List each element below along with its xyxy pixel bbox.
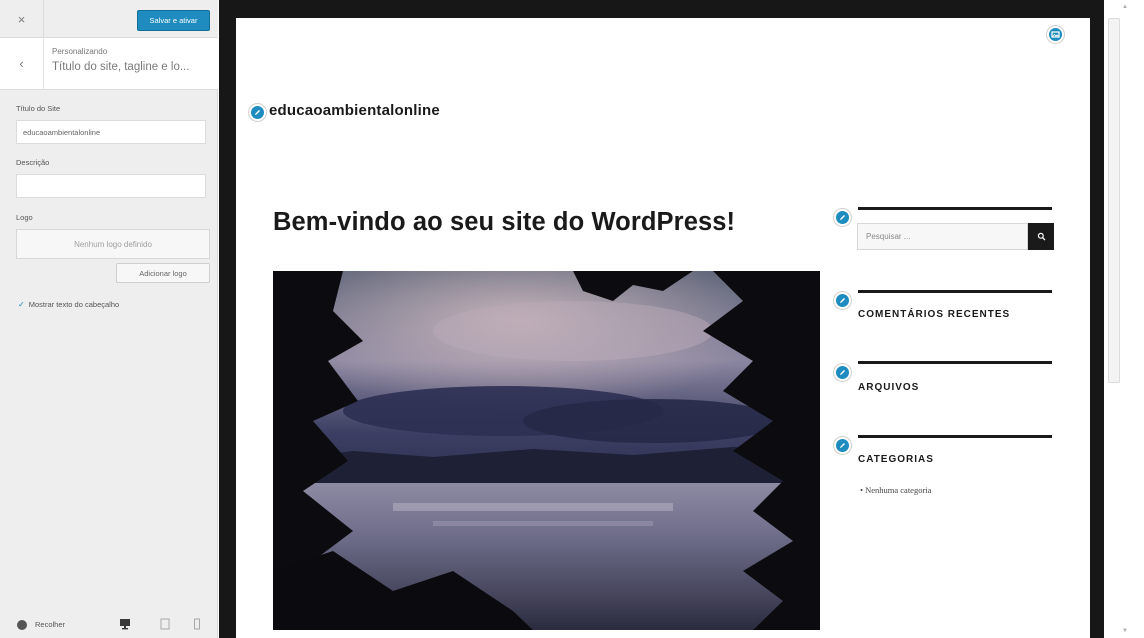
checkmark-icon: ✓ [18,300,25,309]
archives-heading: ARQUIVOS [858,382,920,393]
customizer-sidebar: × Salvar e ativar ‹ Personalizando Títul… [0,0,218,638]
pencil-icon[interactable] [834,292,851,309]
scroll-down-icon[interactable]: ▼ [1122,628,1128,634]
desktop-icon[interactable] [119,618,131,630]
widget-divider [858,435,1052,438]
category-list-item[interactable]: • Nenhuma categoria [860,485,931,495]
widget-divider [858,207,1052,210]
mobile-icon[interactable] [191,618,203,630]
categories-heading: CATEGORIAS [858,454,934,465]
description-input[interactable] [16,174,206,198]
description-label: Descrição [16,158,50,167]
scrollbar-thumb[interactable] [1108,18,1120,383]
tablet-icon[interactable] [159,618,171,630]
sidebar-footer: Recolher [0,610,218,638]
search-input[interactable]: Pesquisar ... [857,223,1028,250]
collapse-icon[interactable] [17,620,27,630]
post-title[interactable]: Bem-vindo ao seu site do WordPress! [273,208,735,237]
show-header-text-label: Mostrar texto do cabeçalho [28,300,120,309]
logo-placeholder[interactable]: Nenhum logo definido [16,229,210,259]
save-and-activate-button[interactable]: Salvar e ativar [137,10,210,31]
chevron-left-icon[interactable]: ‹ [0,38,44,89]
close-icon[interactable]: × [0,0,44,38]
pencil-icon[interactable] [249,104,266,121]
customizer-screen: × Salvar e ativar ‹ Personalizando Títul… [0,0,1144,638]
breadcrumb: Personalizando [52,47,108,56]
site-title-input[interactable]: educaoambientalonline [16,120,206,144]
sidebar-header: × Salvar e ativar [0,0,218,38]
section-header: ‹ Personalizando Título do site, tagline… [0,38,218,90]
search-icon[interactable] [1028,223,1054,250]
site-title-label: Título do Site [16,104,61,113]
widget-divider [858,361,1052,364]
category-link[interactable]: Nenhuma categoria [865,485,931,495]
show-header-text-checkbox[interactable]: ✓ Mostrar texto do cabeçalho [18,300,119,309]
recent-comments-heading: COMENTÁRIOS RECENTES [858,309,1011,320]
collapse-button[interactable]: Recolher [35,620,65,629]
widget-divider [858,290,1052,293]
scroll-up-icon[interactable]: ▲ [1122,4,1128,10]
pencil-icon[interactable] [834,437,851,454]
pencil-icon[interactable] [834,209,851,226]
section-title: Título do site, tagline e lo... [52,61,190,73]
add-logo-button[interactable]: Adicionar logo [116,263,210,283]
featured-image [273,271,820,630]
logo-label: Logo [16,213,33,222]
site-title[interactable]: educaoambientalonline [269,102,440,119]
pencil-icon[interactable] [834,364,851,381]
image-icon[interactable] [1047,26,1064,43]
